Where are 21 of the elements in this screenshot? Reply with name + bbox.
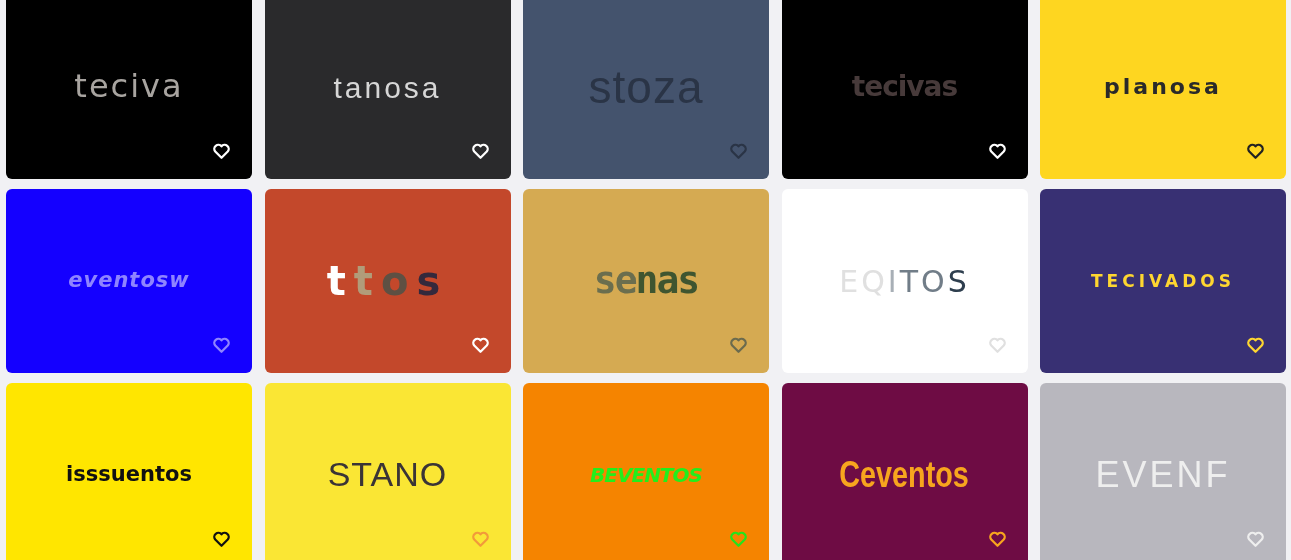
logo-wordmark: Ceventos xyxy=(839,455,970,495)
logo-card[interactable]: isssuentos xyxy=(6,383,252,560)
logo-card[interactable]: TECIVADOS xyxy=(1040,189,1286,373)
logo-card[interactable]: planosa xyxy=(1040,0,1286,179)
logo-card[interactable]: Ceventos xyxy=(781,383,1028,560)
logo-card[interactable]: teciva xyxy=(6,0,252,179)
logo-wordmark: t t o s xyxy=(326,259,449,303)
logo-wordmark: isssuentos xyxy=(66,463,192,487)
logo-wordmark: TECIVADOS xyxy=(1091,271,1235,291)
logo-wordmark: tanosa xyxy=(333,70,442,104)
logo-wordmark: planosa xyxy=(1104,74,1222,100)
logo-card[interactable]: STANO xyxy=(264,383,511,560)
logo-wordmark: senas xyxy=(593,260,699,302)
logo-wordmark: BEVENTOS xyxy=(590,464,702,486)
logo-wordmark: tecivas xyxy=(851,71,958,103)
logo-card[interactable]: t t o s xyxy=(264,189,511,373)
logo-wordmark: STANO xyxy=(327,456,448,494)
logo-card[interactable]: tanosa xyxy=(264,0,511,179)
logo-wordmark: eventosw xyxy=(68,269,190,293)
logo-card[interactable]: senas xyxy=(523,189,769,373)
logo-wordmark: teciva xyxy=(74,69,184,105)
